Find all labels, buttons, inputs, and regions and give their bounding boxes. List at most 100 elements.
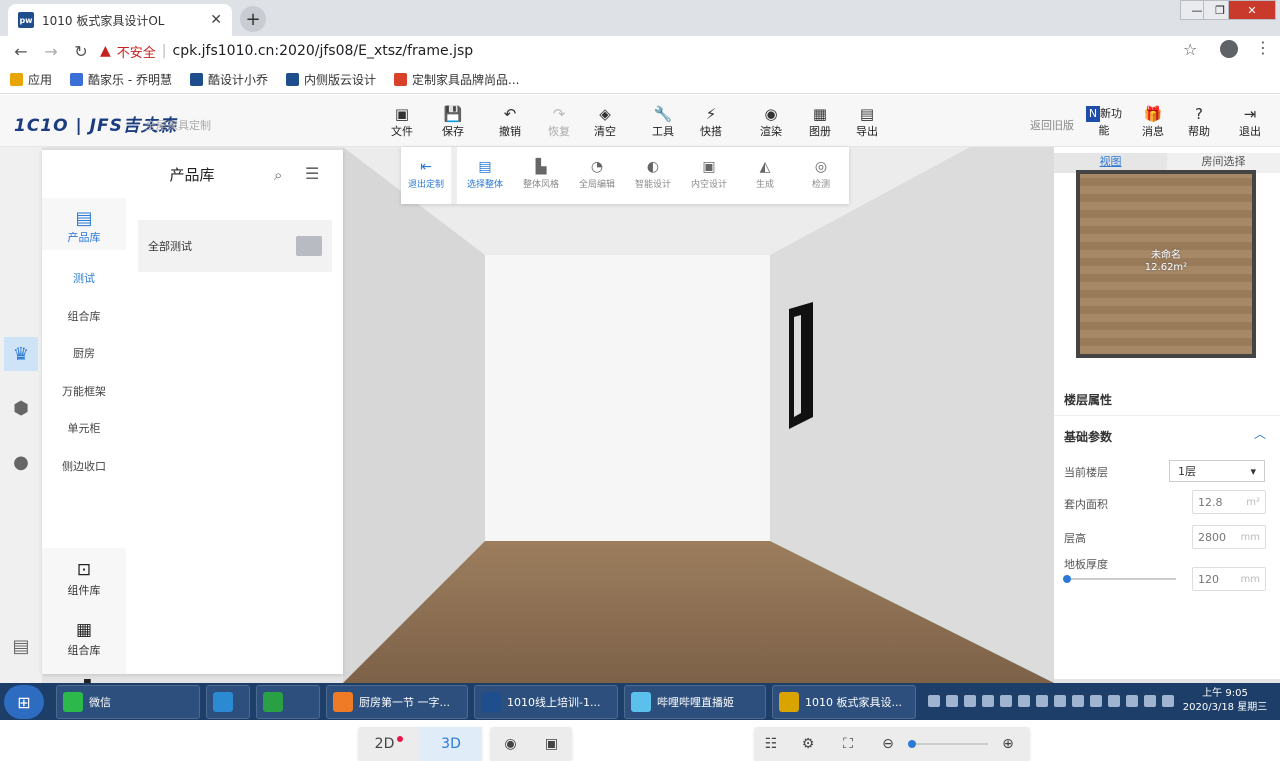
new-feature-button[interactable]: N 新功能 — [1084, 105, 1124, 138]
list-menu-icon[interactable]: ☰ — [305, 164, 319, 183]
toggle-icon[interactable]: ☷ — [754, 727, 788, 761]
floor-plan-thumbnail[interactable]: 未命名 12.62m² — [1076, 170, 1256, 358]
tray-icon[interactable] — [1162, 695, 1174, 707]
tray-icon[interactable] — [964, 695, 976, 707]
zoom-slider-handle[interactable] — [908, 740, 916, 748]
help-button[interactable]: ? 帮助 — [1179, 105, 1219, 139]
floor-thickness-field[interactable]: 120 mm — [1192, 567, 1266, 591]
bookmark-star-icon[interactable]: ☆ — [1183, 40, 1197, 59]
cube-icon[interactable]: ▣ — [531, 727, 572, 761]
tab-close-icon[interactable]: ✕ — [210, 12, 222, 28]
toolbar-export-button[interactable]: ▤ 导出 — [847, 105, 887, 139]
custom-inner-space-button[interactable]: ▣ 内空设计 — [681, 147, 737, 204]
taskbar-item[interactable]: 厨房第一节 一字... — [326, 685, 468, 719]
taskbar-item[interactable]: 1010 板式家具设... — [772, 685, 916, 719]
subcategory-item[interactable]: 组合库 — [42, 308, 126, 324]
library-component[interactable]: ⊡ 组件库 — [42, 560, 126, 598]
tray-icon[interactable] — [928, 695, 940, 707]
clock[interactable]: 上午 9:05 2020/3/18 星期三 — [1180, 687, 1270, 715]
custom-global-edit-button[interactable]: ◔ 全局编辑 — [569, 147, 625, 204]
tray-icon[interactable] — [1036, 695, 1048, 707]
toolbar-picture-button[interactable]: ▦ 图册 — [800, 105, 840, 139]
toolbar-eraser-button[interactable]: ◈ 清空 — [585, 105, 625, 139]
gift-button[interactable]: 🎁 消息 — [1133, 105, 1173, 139]
bookmark-item[interactable]: 酷家乐 - 乔明慧 — [70, 71, 172, 88]
slider-handle[interactable] — [1063, 575, 1071, 583]
custom-inspect-button[interactable]: ◎ 检测 — [793, 147, 849, 204]
tray-icon[interactable] — [1072, 695, 1084, 707]
zoom-slider[interactable] — [908, 740, 988, 748]
account-icon[interactable] — [1220, 40, 1238, 58]
current-floor-select[interactable]: 1层 ▾ — [1169, 460, 1265, 482]
start-button[interactable]: ⊞ — [4, 685, 44, 719]
close-window-button[interactable]: ✕ — [1228, 0, 1276, 20]
floor-props-title: 楼层属性 — [1064, 393, 1113, 407]
new-tab-button[interactable]: + — [240, 6, 266, 32]
taskbar-item[interactable]: 微信 — [56, 685, 200, 719]
product-item[interactable]: 全部测试 — [138, 220, 332, 272]
url-text[interactable]: cpk.jfs1010.cn:2020/jfs08/E_xtsz/frame.j… — [173, 43, 474, 59]
logout-button[interactable]: ⇥ 退出 — [1230, 105, 1270, 139]
category-product-library[interactable]: ▤ 产品库 — [42, 208, 126, 245]
tray-icon[interactable] — [1000, 695, 1012, 707]
taskbar-item[interactable]: 1010线上培训-1... — [474, 685, 618, 719]
tray-icon[interactable] — [1108, 695, 1120, 707]
subcategory-item[interactable]: 厨房 — [42, 345, 126, 361]
subcategory-item[interactable]: 侧边收口 — [42, 458, 126, 474]
custom-exit-custom-button[interactable]: ⇤ 退出定制 — [401, 147, 457, 204]
toolbar-undo-button[interactable]: ↶ 撤销 — [490, 105, 530, 139]
2d-button[interactable]: 2D — [358, 727, 420, 761]
back-icon[interactable]: ← — [6, 42, 36, 61]
toolbar-save-button[interactable]: 💾 保存 — [433, 105, 473, 139]
library-combo[interactable]: ▦ 组合库 — [42, 620, 126, 658]
toolbar-wrench-button[interactable]: 🔧 工具 — [643, 105, 683, 139]
tray-icon[interactable] — [982, 695, 994, 707]
zoom-out-icon[interactable]: ⊖ — [868, 727, 908, 761]
reload-icon[interactable]: ↻ — [66, 42, 96, 61]
area-field[interactable]: 12.8 m² — [1192, 490, 1266, 514]
search-icon[interactable]: ⌕ — [274, 166, 282, 184]
bookmark-item[interactable]: 应用 — [10, 71, 52, 88]
browser-tab[interactable]: pw 1010 板式家具设计OL ✕ — [8, 4, 232, 36]
bookmark-item[interactable]: 内侧版云设计 — [286, 71, 376, 88]
custom-select-all-button[interactable]: ▤ 选择整体 — [457, 147, 513, 204]
custom-paint-roller-button[interactable]: ▙ 整体风格 — [513, 147, 569, 204]
drawer-icon[interactable]: ▤ — [4, 629, 38, 663]
taskbar-item[interactable] — [206, 685, 250, 719]
subcategory-item[interactable]: 测试 — [42, 270, 126, 286]
eye-icon[interactable]: ◉ — [490, 727, 531, 761]
tray-icon[interactable] — [1090, 695, 1102, 707]
taskbar-item[interactable]: 哔哩哔哩直播姬 — [624, 685, 766, 719]
tray-icon[interactable] — [1126, 695, 1138, 707]
3d-button[interactable]: 3D — [420, 727, 482, 761]
subcategory-item[interactable]: 万能框架 — [42, 383, 126, 399]
chevron-up-icon[interactable]: ︿ — [1254, 425, 1266, 442]
toolbar-camera-button[interactable]: ◉ 渲染 — [751, 105, 791, 139]
user-icon[interactable]: ● — [4, 445, 38, 479]
tray-icon[interactable] — [1144, 695, 1156, 707]
tray-icon[interactable] — [946, 695, 958, 707]
bookmark-item[interactable]: 定制家具品牌尚品... — [394, 71, 519, 88]
omnibox[interactable]: ▲ 不安全 | cpk.jfs1010.cn:2020/jfs08/E_xtsz… — [100, 38, 1210, 64]
subcategory-item[interactable]: 单元柜 — [42, 420, 126, 436]
menu-icon[interactable]: ⋮ — [1255, 38, 1271, 57]
fit-screen-icon[interactable]: ⛶ — [828, 727, 868, 761]
toolbar-bolt-button[interactable]: ⚡ 快搭 — [691, 105, 731, 139]
toolbar-file-button[interactable]: ▣ 文件 — [382, 105, 422, 139]
custom-generate-button[interactable]: ◭ 生成 — [737, 147, 793, 204]
zoom-in-icon[interactable]: ⊕ — [988, 727, 1028, 761]
tray-icon[interactable] — [1018, 695, 1030, 707]
custom-smart-design-button[interactable]: ◐ 智能设计 — [625, 147, 681, 204]
height-field[interactable]: 2800 mm — [1192, 525, 1266, 549]
3d-viewport[interactable] — [343, 147, 1054, 683]
bookmark-item[interactable]: 酷设计小乔 — [189, 71, 268, 88]
floor-thickness-slider[interactable] — [1063, 575, 1176, 583]
camera-settings-icon[interactable]: ⚙ — [788, 727, 828, 761]
crown-icon[interactable]: ♛ — [4, 337, 38, 371]
toolbar-redo-button[interactable]: ↷ 恢复 — [539, 105, 579, 139]
badge-icon[interactable]: ⬢ — [4, 391, 38, 425]
forward-icon[interactable]: → — [36, 42, 66, 61]
taskbar-item[interactable] — [256, 685, 320, 719]
old-version-link[interactable]: 返回旧版 — [1030, 117, 1074, 133]
tray-icon[interactable] — [1054, 695, 1066, 707]
